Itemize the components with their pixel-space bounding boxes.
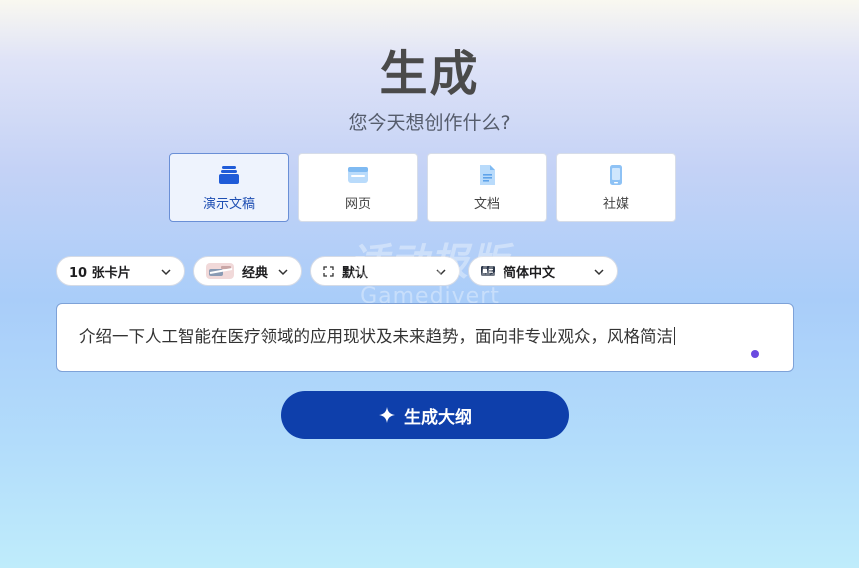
mobile-phone-icon: [610, 164, 622, 185]
card-count-value: 10 张卡片: [69, 265, 131, 281]
language-icon: [481, 266, 495, 276]
type-card-document[interactable]: 文档: [427, 153, 547, 222]
type-card-label: 社媒: [602, 196, 629, 212]
sparkle-icon: [379, 407, 395, 423]
chevron-down-icon: [594, 269, 604, 276]
type-card-webpage[interactable]: 网页: [298, 153, 418, 222]
language-select[interactable]: 简体中文: [468, 256, 618, 286]
type-card-presentation[interactable]: 演示文稿: [169, 153, 289, 222]
page-title: 生成: [379, 46, 480, 102]
chevron-down-icon: [161, 269, 171, 276]
theme-select[interactable]: 经典: [193, 256, 302, 286]
content-type-selector: 演示文稿 网页 文档 社媒: [169, 153, 676, 222]
type-card-label: 演示文稿: [202, 196, 255, 212]
type-card-social[interactable]: 社媒: [556, 153, 676, 222]
theme-thumbnail-icon: [206, 263, 234, 279]
webpage-icon: [348, 166, 368, 183]
prompt-input[interactable]: 介绍一下人工智能在医疗领域的应用现状及未来趋势，面向非专业观众，风格简洁: [56, 303, 794, 372]
generate-outline-button[interactable]: 生成大纲: [281, 391, 569, 439]
theme-value: 经典: [242, 265, 269, 281]
page-subtitle: 您今天想创作什么?: [348, 112, 511, 134]
generate-outline-label: 生成大纲: [404, 407, 472, 428]
language-value: 简体中文: [503, 265, 556, 281]
size-select[interactable]: 默认: [310, 256, 460, 286]
type-card-label: 网页: [344, 196, 371, 212]
status-dot-icon: [751, 350, 759, 358]
type-card-label: 文档: [473, 196, 500, 212]
presentation-stack-icon: [219, 165, 239, 184]
chevron-down-icon: [436, 269, 446, 276]
prompt-text: 介绍一下人工智能在医疗领域的应用现状及未来趋势，面向非专业观众，风格简洁: [79, 327, 673, 346]
document-icon: [480, 164, 495, 185]
card-count-select[interactable]: 10 张卡片: [56, 256, 185, 286]
size-value: 默认: [342, 265, 369, 281]
text-caret: [674, 327, 675, 345]
chevron-down-icon: [278, 269, 288, 276]
aspect-ratio-icon: [323, 265, 334, 277]
